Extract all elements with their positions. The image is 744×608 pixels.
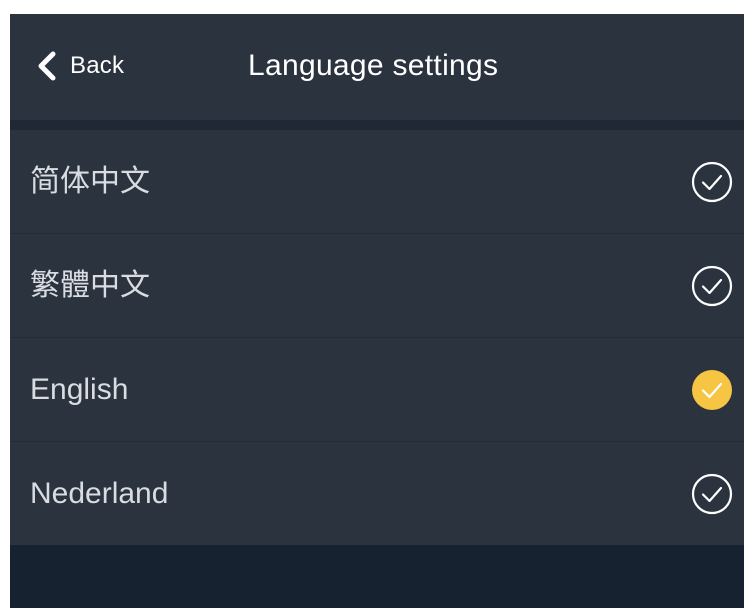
language-list: 简体中文 繁體中文 English Nederland [10,130,744,545]
back-label: Back [70,52,125,79]
language-label: 简体中文 [30,165,150,198]
header-bar: Back Language settings [10,14,744,120]
language-item-english[interactable]: English [10,338,744,442]
back-button[interactable]: Back [36,44,124,88]
language-label: English [30,373,129,406]
language-settings-screen: Back Language settings 简体中文 繁體中文 English… [10,14,744,608]
check-circle-selected-icon[interactable] [690,368,734,412]
check-circle-icon[interactable] [690,472,734,516]
check-circle-icon[interactable] [690,160,734,204]
language-item-simplified-chinese[interactable]: 简体中文 [10,130,744,234]
bottom-empty-area [10,546,744,608]
language-item-traditional-chinese[interactable]: 繁體中文 [10,234,744,338]
chevron-left-icon [36,51,58,81]
language-item-dutch[interactable]: Nederland [10,442,744,545]
language-label: 繁體中文 [30,269,150,302]
page-title: Language settings [248,49,499,82]
header-divider [10,120,744,130]
language-label: Nederland [30,477,169,510]
check-circle-icon[interactable] [690,264,734,308]
